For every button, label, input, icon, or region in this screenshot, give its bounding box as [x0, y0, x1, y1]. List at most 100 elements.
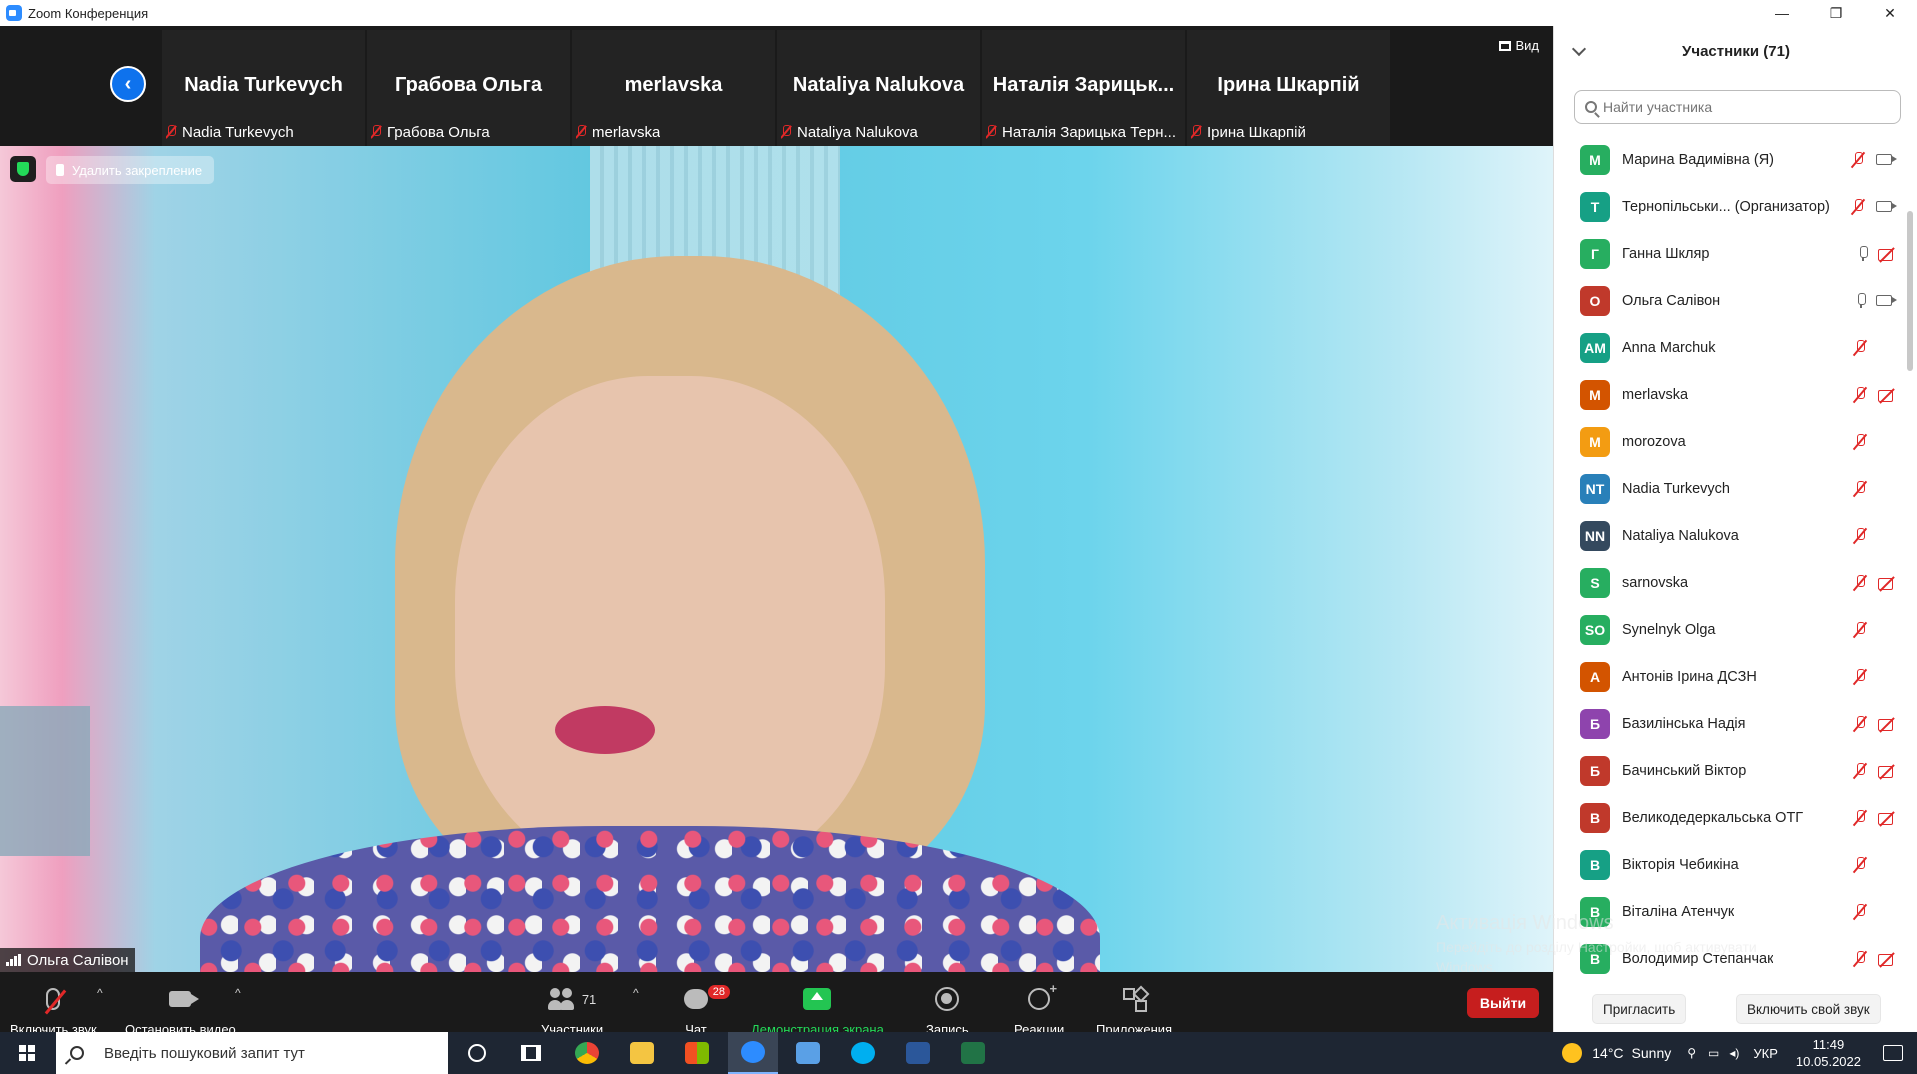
- participant-search-box[interactable]: [1574, 90, 1901, 124]
- speaker-lips: [555, 706, 655, 754]
- microphone-muted-icon: [1850, 198, 1866, 215]
- language-indicator[interactable]: УКР: [1753, 1046, 1778, 1061]
- task-view-icon: [521, 1045, 541, 1061]
- video-camera-icon: [1876, 295, 1897, 306]
- strip-back-button[interactable]: ‹: [110, 66, 146, 102]
- thumbnail-tile[interactable]: Наталія Зарицьк... Наталія Зарицька Терн…: [982, 30, 1185, 146]
- reactions-button[interactable]: Реакции: [1014, 981, 1064, 1037]
- thumbnail-name: Nataliya Nalukova: [792, 74, 965, 96]
- task-view-button[interactable]: [506, 1032, 556, 1074]
- clock[interactable]: 11:49 10.05.2022: [1796, 1036, 1861, 1070]
- participant-status-icons: [1856, 293, 1897, 308]
- participant-row[interactable]: Mmorozova: [1554, 418, 1917, 465]
- participant-row[interactable]: А Антонів Ірина ДСЗН: [1554, 653, 1917, 700]
- participant-search-input[interactable]: [1603, 99, 1883, 115]
- thumbnail-tile[interactable]: Nadia Turkevych Nadia Turkevych: [162, 30, 365, 146]
- zoom-app[interactable]: [728, 1032, 778, 1074]
- unpin-label: Удалить закрепление: [72, 162, 203, 178]
- start-button[interactable]: [0, 1032, 54, 1074]
- icon-spacer: [1878, 623, 1896, 637]
- mail-icon: [796, 1042, 820, 1064]
- leave-button[interactable]: Выйти: [1467, 988, 1539, 1018]
- participant-row[interactable]: Б Базилінська Надія: [1554, 700, 1917, 747]
- participant-row[interactable]: Ssarnovska: [1554, 559, 1917, 606]
- participant-row[interactable]: В Володимир Степанчак: [1554, 935, 1917, 982]
- icon-spacer: [1878, 435, 1896, 449]
- participant-status-icons: [1852, 433, 1896, 450]
- thumbnail-tile[interactable]: Ірина Шкарпій Ірина Шкарпій: [1187, 30, 1390, 146]
- thumbnail-label: Ірина Шкарпій: [1191, 122, 1306, 142]
- participant-row[interactable]: NN Nataliya Nalukova: [1554, 512, 1917, 559]
- file-explorer-app[interactable]: [617, 1032, 667, 1074]
- thumbnail-tile[interactable]: Грабова Ольга Грабова Ольга: [367, 30, 570, 146]
- people-icon[interactable]: ⚲: [1687, 1046, 1696, 1060]
- video-camera-off-icon: [1878, 811, 1896, 825]
- participant-row[interactable]: Б Бачинський Віктор: [1554, 747, 1917, 794]
- video-options-chevron-icon[interactable]: ^: [235, 986, 241, 1000]
- thumbnail-tile[interactable]: merlavska merlavska: [572, 30, 775, 146]
- participant-name: Ольга Салівон: [1622, 292, 1721, 309]
- chevron-left-icon: ‹: [124, 72, 132, 95]
- close-button[interactable]: ✕: [1863, 0, 1917, 26]
- participant-row[interactable]: NT Nadia Turkevych: [1554, 465, 1917, 512]
- video-camera-off-icon: [1878, 388, 1896, 402]
- participant-row[interactable]: В Вікторія Чебикіна: [1554, 841, 1917, 888]
- weather-desc[interactable]: Sunny: [1632, 1045, 1672, 1061]
- security-shield-icon[interactable]: [10, 156, 36, 182]
- participant-row[interactable]: В Віталіна Атенчук: [1554, 888, 1917, 935]
- store-app[interactable]: [672, 1032, 722, 1074]
- weather-temp[interactable]: 14°C: [1592, 1045, 1623, 1061]
- chrome-app[interactable]: [562, 1032, 612, 1074]
- participant-status-icons: [1850, 198, 1897, 215]
- participant-row[interactable]: В Великодедеркальська ОТГ: [1554, 794, 1917, 841]
- share-screen-button[interactable]: Демонстрация экрана: [751, 982, 884, 1037]
- participant-row[interactable]: AM Anna Marchuk: [1554, 324, 1917, 371]
- participant-name: Anna Marchuk: [1622, 339, 1716, 356]
- mic-muted-icon: [576, 125, 586, 139]
- participant-row[interactable]: О Ольга Салівон: [1554, 277, 1917, 324]
- participants-options-chevron-icon[interactable]: ^: [633, 986, 639, 1000]
- unmute-button[interactable]: Включить звук: [10, 982, 97, 1037]
- audio-options-chevron-icon[interactable]: ^: [97, 986, 103, 1000]
- participants-scrollbar[interactable]: [1907, 211, 1913, 371]
- participant-row[interactable]: Г Ганна Шкляр: [1554, 230, 1917, 277]
- participant-avatar: А: [1580, 661, 1610, 692]
- cortana-button[interactable]: [452, 1032, 502, 1074]
- participants-button[interactable]: 71 Участники: [541, 982, 603, 1037]
- title-bar: Zoom Конференция — ❐ ✕: [0, 0, 1917, 26]
- thumbnail-tile[interactable]: Nataliya Nalukova Nataliya Nalukova: [777, 30, 980, 146]
- excel-app[interactable]: [948, 1032, 998, 1074]
- participant-row[interactable]: Т Тернопільськи... (Организатор): [1554, 183, 1917, 230]
- stop-video-button[interactable]: Остановить видео: [125, 982, 236, 1037]
- restore-button[interactable]: ❐: [1809, 0, 1863, 26]
- minimize-button[interactable]: —: [1755, 0, 1809, 26]
- microphone-muted-icon: [1852, 668, 1868, 685]
- record-button[interactable]: Запись: [926, 982, 969, 1037]
- notification-icon[interactable]: [1883, 1045, 1903, 1061]
- mail-app[interactable]: [783, 1032, 833, 1074]
- apps-icon: [1123, 988, 1145, 1010]
- participant-name: Марина Вадимівна (Я): [1622, 151, 1774, 168]
- participant-name: Бачинський Віктор: [1622, 762, 1747, 779]
- speaker-name-text: Ольга Салівон: [27, 951, 129, 969]
- chat-button[interactable]: 28 Чат: [684, 982, 730, 1037]
- thumbnail-label-text: merlavska: [592, 123, 661, 141]
- word-app[interactable]: [893, 1032, 943, 1074]
- chat-unread-badge: 28: [707, 985, 730, 999]
- participant-row[interactable]: М Марина Вадимівна (Я): [1554, 136, 1917, 183]
- invite-button[interactable]: Пригласить: [1592, 994, 1687, 1024]
- skype-app[interactable]: [838, 1032, 888, 1074]
- apps-button[interactable]: Приложения: [1096, 982, 1172, 1037]
- view-button[interactable]: Вид: [1499, 38, 1539, 53]
- participant-avatar: NT: [1580, 473, 1610, 504]
- volume-icon[interactable]: ◂): [1729, 1046, 1739, 1060]
- participant-row[interactable]: Mmerlavska: [1554, 371, 1917, 418]
- participant-row[interactable]: SO Synelnyk Olga: [1554, 606, 1917, 653]
- unpin-button[interactable]: Удалить закрепление: [46, 156, 215, 184]
- smiley-icon: [1028, 981, 1057, 1010]
- microphone-muted-icon: [1852, 386, 1868, 403]
- network-icon[interactable]: ▭: [1708, 1046, 1719, 1060]
- chevron-down-icon[interactable]: [1571, 41, 1587, 57]
- taskbar-search-box[interactable]: Введіть пошуковий запит тут: [56, 1032, 448, 1074]
- unmute-self-button[interactable]: Включить свой звук: [1736, 994, 1881, 1024]
